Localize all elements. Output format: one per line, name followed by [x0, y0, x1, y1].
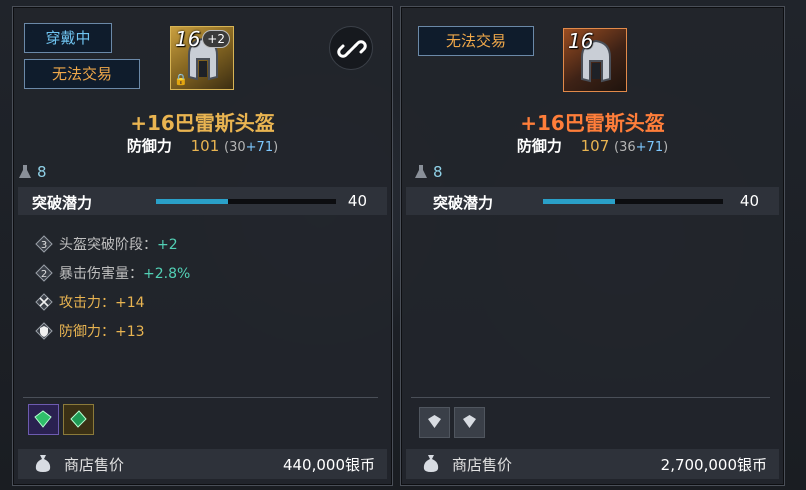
effect-row: 攻击力：+14: [35, 293, 145, 313]
shop-price-value: 440,000银币: [282, 456, 375, 474]
shop-price-label: 商店售价: [452, 456, 513, 474]
chain-link-icon: [337, 40, 367, 58]
potential-track: [156, 199, 336, 204]
stat-detail: (30+71): [224, 140, 279, 155]
gem-slot[interactable]: [28, 404, 59, 435]
effect-row: 3 头盔突破阶段：+2: [35, 235, 178, 255]
lock-icon: 🔒: [174, 73, 188, 86]
potential-label: 突破潜力: [32, 194, 93, 212]
shield-icon: [35, 322, 53, 340]
diamond-3-icon: 3: [35, 235, 53, 253]
effect-row: 2 暴击伤害量：+2.8%: [35, 264, 190, 284]
enhance-level: 16: [175, 27, 201, 51]
effect-row: 防御力：+13: [35, 322, 145, 342]
empty-gem-slot[interactable]: [454, 407, 485, 438]
breakthrough-potential: 突破潜力 40: [406, 187, 779, 215]
stat-label: 防御力: [126, 137, 172, 155]
item-level: 8: [19, 163, 47, 181]
helmet-item-icon[interactable]: 16: [563, 28, 627, 92]
equipped-tag: 穿戴中: [24, 23, 112, 53]
empty-gem-icon: [428, 415, 441, 428]
untradable-tag: 无法交易: [418, 26, 534, 56]
svg-text:2: 2: [41, 269, 47, 280]
green-gem-icon: [34, 410, 52, 428]
link-button[interactable]: [329, 26, 373, 70]
divider: [411, 397, 770, 398]
stat-label: 防御力: [516, 137, 562, 155]
enhance-level: 16: [568, 29, 594, 53]
potential-label: 突破潜力: [433, 194, 494, 212]
shop-price-value: 2,700,000银币: [660, 456, 767, 474]
green-gem-icon: [70, 410, 87, 428]
equipped-item-tooltip: 穿戴中 无法交易 16 +2 🔒 +16巴雷斯头盔 防御力 101 (30+71…: [12, 6, 393, 486]
potential-fill: [156, 199, 228, 204]
stat-value: 101: [190, 137, 220, 155]
breakthrough-potential: 突破潜力 40: [18, 187, 387, 215]
svg-text:3: 3: [41, 240, 47, 251]
potential-track: [543, 199, 723, 204]
item-name: +16巴雷斯头盔: [130, 111, 275, 135]
money-bag-icon: [423, 455, 439, 472]
potential-value: 40: [739, 192, 759, 210]
diamond-2-icon: 2: [35, 264, 53, 282]
potential-fill: [543, 199, 615, 204]
money-bag-icon: [35, 455, 51, 472]
level-flask-icon: [19, 165, 31, 178]
crossed-swords-icon: [35, 293, 53, 311]
shop-price-bar: 商店售价 440,000银币: [18, 449, 387, 479]
item-level: 8: [415, 163, 443, 181]
item-name: +16巴雷斯头盔: [520, 111, 665, 135]
empty-gem-slot[interactable]: [419, 407, 450, 438]
shop-price-label: 商店售价: [64, 456, 125, 474]
stat-detail: (36+71): [614, 140, 669, 155]
gem-slot[interactable]: [63, 404, 94, 435]
enhance-bonus-badge: +2: [202, 30, 230, 48]
defense-stat: 防御力 107 (36+71): [401, 135, 784, 156]
compare-item-tooltip: 无法交易 16 +16巴雷斯头盔 防御力 107 (36+71) 8 突破潜力 …: [400, 6, 785, 486]
level-flask-icon: [415, 165, 427, 178]
stat-value: 107: [580, 137, 610, 155]
helmet-item-icon[interactable]: 16 +2 🔒: [170, 26, 234, 90]
defense-stat: 防御力 101 (30+71): [13, 135, 392, 156]
empty-gem-icon: [463, 415, 476, 428]
shop-price-bar: 商店售价 2,700,000银币: [406, 449, 779, 479]
untradable-tag: 无法交易: [24, 59, 140, 89]
potential-value: 40: [347, 192, 367, 210]
divider: [23, 397, 378, 398]
